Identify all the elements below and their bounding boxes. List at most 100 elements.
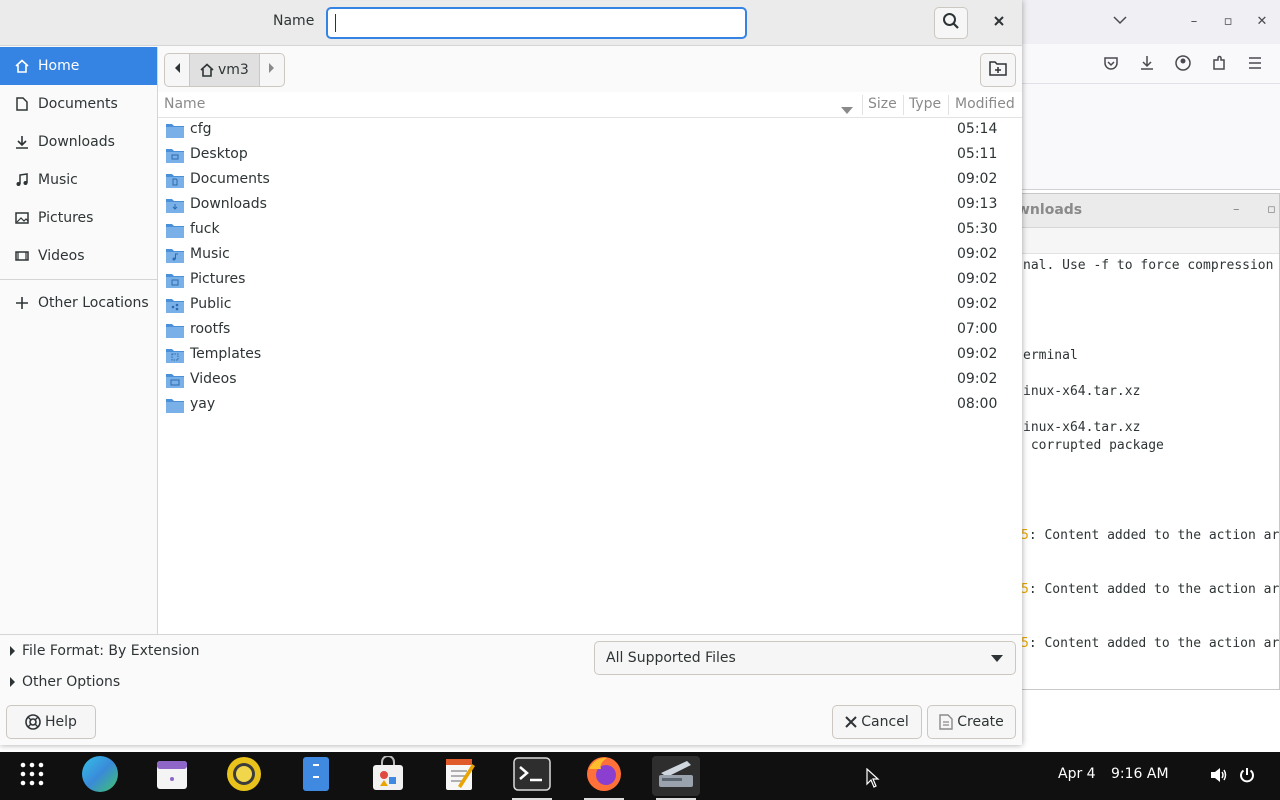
close-icon [845,716,857,728]
create-button[interactable]: Create [927,705,1016,739]
app-text-editor[interactable] [436,756,484,796]
home-icon [200,63,214,77]
path-crumb-home[interactable]: vm3 [189,54,260,86]
home-icon [14,58,30,74]
chevron-down-icon[interactable] [1110,12,1130,32]
maximize-icon[interactable]: ▫ [1267,202,1276,217]
app-scanner[interactable] [652,756,700,800]
path-navigation: vm3 [164,53,285,87]
mouse-cursor-icon [866,767,880,792]
sidebar-item-home[interactable]: Home [0,47,157,85]
sidebar-item-documents[interactable]: Documents [0,85,157,123]
background-browser-window: – ▫ ✕ [1022,0,1280,190]
file-name: Templates [190,346,262,362]
app-terminal[interactable] [508,756,556,800]
maximize-icon[interactable]: ▫ [1218,12,1238,32]
app-grid-button[interactable] [8,756,56,796]
column-type[interactable]: Type [909,96,941,112]
sidebar-item-other-locations[interactable]: Other Locations [0,284,157,322]
menu-icon[interactable] [1246,54,1266,74]
file-row[interactable]: rootfs 07:00 [158,318,1022,343]
cancel-button[interactable]: Cancel [832,705,922,739]
file-row[interactable]: Music 09:02 [158,243,1022,268]
column-name[interactable]: Name [164,96,205,112]
help-button[interactable]: Help [6,705,96,739]
file-modified: 09:02 [957,246,998,262]
clock-time[interactable]: 9:16 AM [1111,766,1169,782]
terminal-line: 5: Content added to the action ar [1021,636,1279,651]
clock-date[interactable]: Apr 4 [1058,766,1096,782]
sidebar-item-music[interactable]: Music [0,161,157,199]
column-divider [862,95,863,115]
file-filter-value: All Supported Files [606,650,736,666]
terminal-line-text: : Content added to the action ar [1028,582,1280,597]
sidebar-item-downloads[interactable]: Downloads [0,123,157,161]
file-name: Music [190,246,230,262]
terminal-icon [513,757,551,795]
other-options-expander[interactable]: Other Options [10,674,120,690]
pocket-icon[interactable] [1102,54,1122,74]
folder-icon [166,222,184,238]
file-format-expander[interactable]: File Format: By Extension [10,643,199,659]
sidebar-item-videos[interactable]: Videos [0,237,157,275]
file-modified: 09:02 [957,171,998,187]
volume-icon[interactable] [1210,767,1228,787]
file-row[interactable]: Downloads 09:13 [158,193,1022,218]
file-name: Documents [190,171,270,187]
app-software[interactable] [364,755,412,796]
file-modified: 08:00 [957,396,998,412]
extensions-icon[interactable] [1210,54,1230,74]
app-browser-globe[interactable] [76,756,124,796]
folder-icon [166,397,184,413]
app-files[interactable] [292,756,340,796]
chevron-down-icon [991,655,1003,662]
minimize-icon[interactable]: – [1233,202,1240,217]
chevron-left-icon [173,62,181,78]
terminal-tabbar [1011,228,1279,254]
search-button[interactable] [934,7,968,39]
download-icon[interactable] [1138,54,1158,74]
music-icon [14,172,30,188]
triangle-right-icon [10,646,15,656]
file-row[interactable]: Videos 09:02 [158,368,1022,393]
file-row[interactable]: Public 09:02 [158,293,1022,318]
file-row[interactable]: Pictures 09:02 [158,268,1022,293]
file-name: fuck [190,221,220,237]
account-icon[interactable] [1174,54,1194,74]
path-back-button[interactable] [165,54,189,86]
app-grid-icon [19,761,45,791]
shopping-bag-icon [370,755,406,796]
file-modified: 09:02 [957,371,998,387]
close-icon[interactable]: ✕ [1252,12,1272,32]
app-calendar[interactable] [148,756,196,796]
file-filter-dropdown[interactable]: All Supported Files [594,641,1016,675]
column-size[interactable]: Size [868,96,897,112]
file-row[interactable]: yay 08:00 [158,393,1022,418]
file-name: Public [190,296,232,312]
file-row[interactable]: Templates 09:02 [158,343,1022,368]
file-modified: 07:00 [957,321,998,337]
folder-icon [166,322,184,338]
dialog-header: Name [0,0,1022,46]
power-icon[interactable] [1239,767,1255,787]
terminal-line: inux-x64.tar.xz [1023,384,1141,399]
file-row[interactable]: Desktop 05:11 [158,143,1022,168]
minimize-icon[interactable]: – [1184,12,1204,32]
app-rhythmbox[interactable] [220,756,268,796]
path-forward-button[interactable] [260,54,284,86]
filename-input[interactable] [326,7,747,39]
pictures-folder-icon [166,272,184,288]
terminal-line: corrupted package [1023,438,1164,453]
column-modified[interactable]: Modified [955,96,1015,112]
file-row[interactable]: Documents 09:02 [158,168,1022,193]
app-firefox[interactable] [580,756,628,800]
close-button[interactable] [982,7,1016,39]
file-row[interactable]: fuck 05:30 [158,218,1022,243]
new-folder-icon [989,60,1007,80]
terminal-line: 5: Content added to the action ar [1021,528,1279,543]
sidebar-item-pictures[interactable]: Pictures [0,199,157,237]
new-folder-button[interactable] [980,53,1016,87]
file-row[interactable]: cfg 05:14 [158,118,1022,143]
file-name: rootfs [190,321,231,337]
calendar-icon [155,757,189,795]
